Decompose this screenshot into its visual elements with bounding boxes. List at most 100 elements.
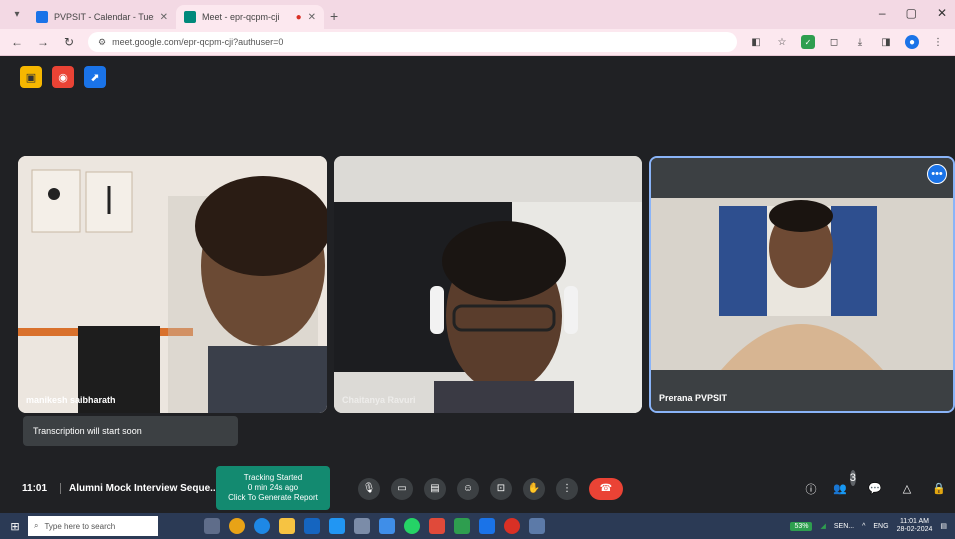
chat-icon[interactable]: 💬 (867, 481, 883, 497)
close-tab-icon[interactable]: ✕ (160, 12, 168, 23)
search-placeholder: Type here to search (44, 521, 116, 531)
windows-taskbar: ⊞ ⌕ Type here to search 53% ◢ SEN... ^ E… (0, 513, 955, 539)
share-addon-icon[interactable]: ⬈ (84, 66, 106, 88)
menu-dots-icon[interactable]: ⋮ (931, 35, 945, 49)
meet-control-bar: 11:01 Alumni Mock Interview Seque... Tra… (0, 464, 955, 513)
notifications-icon[interactable]: ▤ (940, 522, 947, 530)
tracking-line3: Click To Generate Report (228, 493, 318, 502)
participant-tile[interactable]: manikesh saibharath (18, 156, 327, 413)
windows-start-icon[interactable]: ⊞ (8, 519, 22, 533)
tray-chevron-icon[interactable]: ^ (862, 523, 865, 530)
participant-video (334, 156, 642, 413)
activities-icon[interactable]: △ (899, 481, 915, 497)
addon-apps: ▣ ◉ ⬈ (20, 66, 106, 88)
taskbar-clock[interactable]: 11:01 AM 28-02-2024 (897, 518, 933, 534)
meeting-info-icon[interactable]: ⓘ (803, 481, 819, 497)
app-icon[interactable] (354, 518, 370, 534)
tab-title: PVPSIT - Calendar - Tuesday, F (54, 12, 154, 22)
participant-name: Chaitanya Ravuri (342, 395, 416, 405)
app-icon[interactable] (429, 518, 445, 534)
app-icon[interactable] (504, 518, 520, 534)
participant-tile[interactable]: Chaitanya Ravuri (334, 156, 642, 413)
extensions-puzzle-icon[interactable]: ◻ (827, 35, 841, 49)
edge-icon[interactable] (254, 518, 270, 534)
whatsapp-icon[interactable] (404, 518, 420, 534)
tab-calendar[interactable]: PVPSIT - Calendar - Tuesday, F ✕ (28, 5, 176, 29)
market-ticker[interactable]: SEN... (834, 523, 854, 530)
addon-yellow-icon[interactable]: ▣ (20, 66, 42, 88)
people-count-badge: 3 (849, 469, 856, 486)
url-field[interactable]: ⚙ meet.google.com/epr-qcpm-cji?authuser=… (88, 32, 737, 52)
window-controls: – ▢ ✕ (879, 6, 947, 20)
camera-toggle-icon[interactable]: ▭ (391, 477, 413, 500)
participant-name: manikesh saibharath (26, 395, 116, 405)
tab-meet[interactable]: Meet - epr-qcpm-cji ● ✕ (176, 5, 324, 29)
present-screen-icon[interactable]: ⊡ (490, 477, 512, 500)
extension-green-icon[interactable]: ✓ (801, 35, 815, 49)
app-icon[interactable] (479, 518, 495, 534)
tracking-line2: 0 min 24s ago (247, 483, 299, 492)
download-icon[interactable]: ⤓ (853, 35, 867, 49)
captions-icon[interactable]: ▤ (424, 477, 446, 500)
url-text: meet.google.com/epr-qcpm-cji?authuser=0 (112, 37, 284, 47)
system-tray: 53% ◢ SEN... ^ ENG 11:01 AM 28-02-2024 ▤ (790, 518, 947, 534)
profile-avatar-icon[interactable]: ● (905, 35, 919, 49)
task-view-icon[interactable] (204, 518, 220, 534)
participant-video (18, 156, 327, 413)
reload-icon[interactable]: ↻ (62, 35, 76, 49)
caption-text: Transcription will start soon (33, 426, 142, 436)
raise-hand-icon[interactable]: ✋ (523, 477, 545, 500)
tracking-line1: Tracking Started (243, 473, 303, 482)
mail-icon[interactable] (304, 518, 320, 534)
browser-tab-bar: ▾ PVPSIT - Calendar - Tuesday, F ✕ Meet … (0, 0, 955, 29)
side-panel-controls: ⓘ 👥 3 💬 △ 🔒 (803, 469, 947, 497)
caption-banner: Transcription will start soon (23, 416, 238, 446)
recording-dot-icon: ● (295, 11, 302, 23)
extensions-area: ◧ ☆ ✓ ◻ ⤓ ◨ ● ⋮ (749, 35, 945, 49)
language-indicator[interactable]: ENG (873, 523, 888, 530)
record-icon[interactable]: ◉ (52, 66, 74, 88)
people-icon[interactable]: 👥 3 (833, 469, 856, 497)
meet-favicon-icon (184, 11, 196, 23)
emoji-icon[interactable]: ☺ (457, 477, 479, 500)
tracking-report-button[interactable]: Tracking Started 0 min 24s ago Click To … (216, 466, 330, 510)
battery-indicator[interactable]: 53% (790, 521, 813, 531)
taskbar-search-field[interactable]: ⌕ Type here to search (28, 516, 158, 536)
vscode-icon[interactable] (329, 518, 345, 534)
back-icon[interactable]: ← (10, 35, 24, 49)
more-options-icon[interactable]: ••• (927, 164, 947, 184)
participant-tile-active[interactable]: ••• Prerana PVPSIT (649, 156, 955, 413)
side-panel-icon[interactable]: ◨ (879, 35, 893, 49)
tab-search-icon[interactable]: ▾ (6, 3, 28, 25)
new-tab-button[interactable]: + (330, 8, 338, 24)
participant-video (651, 158, 953, 411)
market-icon: ◢ (820, 523, 826, 530)
camera-icon[interactable]: ◧ (749, 35, 763, 49)
search-icon: ⌕ (34, 521, 39, 530)
host-controls-lock-icon[interactable]: 🔒 (931, 481, 947, 497)
meeting-title[interactable]: Alumni Mock Interview Seque... (60, 483, 218, 494)
app-icon[interactable] (529, 518, 545, 534)
bookmark-star-icon[interactable]: ☆ (775, 35, 789, 49)
maximize-icon[interactable]: ▢ (906, 6, 917, 20)
more-options-vertical-icon[interactable]: ⋮ (556, 477, 578, 500)
close-tab-icon[interactable]: ✕ (308, 12, 316, 23)
file-explorer-icon[interactable] (279, 518, 295, 534)
meeting-clock: 11:01 (22, 483, 48, 494)
address-bar: ← → ↻ ⚙ meet.google.com/epr-qcpm-cji?aut… (0, 29, 955, 56)
ie-icon[interactable] (379, 518, 395, 534)
microphone-icon[interactable]: 🎙 (358, 477, 380, 500)
leave-call-button[interactable]: ☎ (589, 477, 623, 500)
pinned-apps (204, 518, 545, 534)
site-info-icon[interactable]: ⚙ (98, 37, 106, 48)
taskbar-date: 28-02-2024 (896, 526, 933, 533)
taskbar-time: 11:01 AM (899, 518, 929, 525)
chrome-icon[interactable] (229, 518, 245, 534)
tab-title: Meet - epr-qcpm-cji (202, 12, 280, 22)
app-icon[interactable] (454, 518, 470, 534)
minimize-icon[interactable]: – (879, 6, 886, 20)
forward-icon[interactable]: → (36, 35, 50, 49)
meet-stage: ▣ ◉ ⬈ manikesh saibharath Chaitanya Ravu… (0, 56, 955, 513)
close-window-icon[interactable]: ✕ (937, 6, 947, 20)
calendar-favicon-icon (36, 11, 48, 23)
